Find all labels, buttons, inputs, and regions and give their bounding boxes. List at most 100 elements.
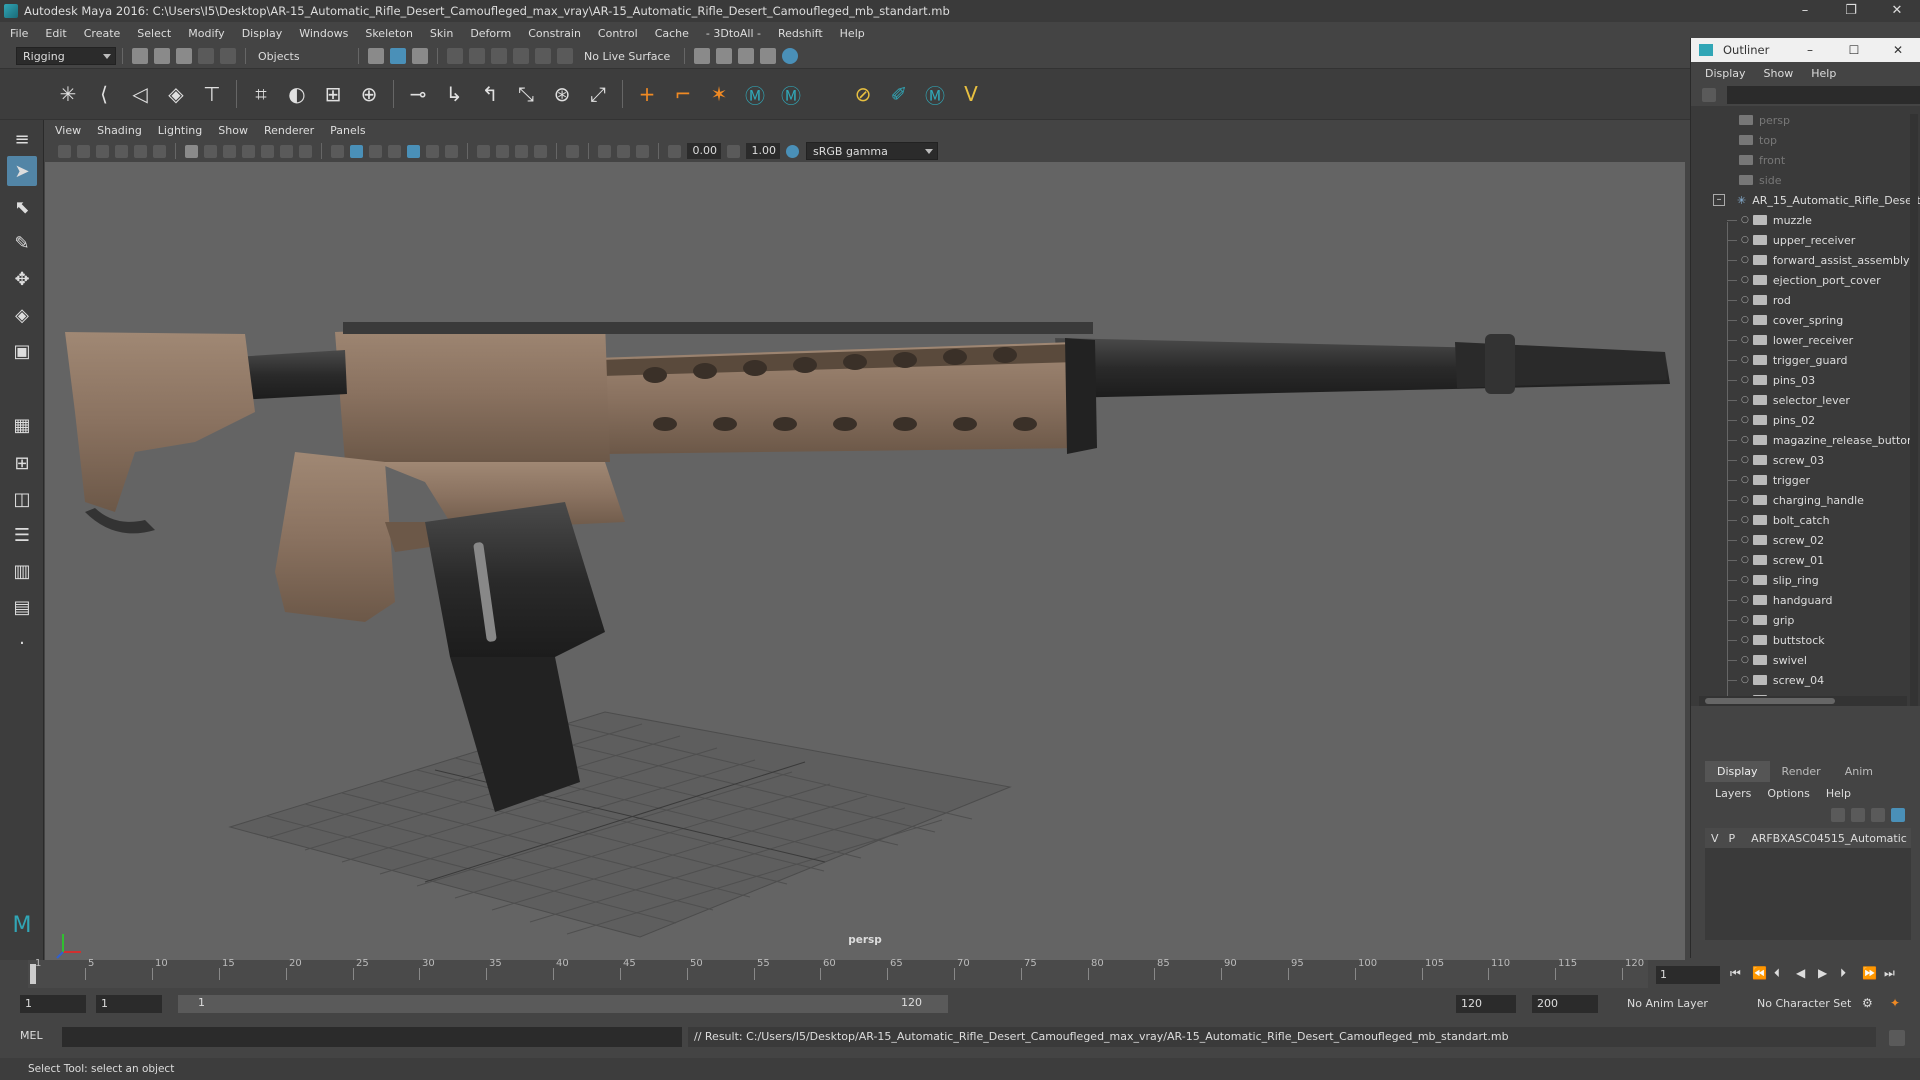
layer-menu-layers[interactable]: Layers [1715, 787, 1751, 800]
menu-create[interactable]: Create [84, 27, 121, 40]
outliner-minimize-button[interactable]: – [1788, 38, 1832, 62]
textured-icon[interactable] [407, 144, 420, 158]
ipr-render-icon[interactable] [738, 48, 755, 64]
wireframe-on-shaded-icon[interactable] [388, 144, 401, 158]
field-chart-icon[interactable] [261, 144, 274, 158]
parent-constraint-icon[interactable]: ⊛ [549, 81, 575, 107]
new-layer-selected-icon[interactable] [1891, 808, 1905, 822]
image-plane-icon[interactable] [115, 144, 128, 158]
playback-start-field[interactable]: 1 [96, 995, 162, 1013]
outliner-item-muzzle[interactable]: ○ muzzle [1727, 210, 1812, 230]
outliner-menu-help[interactable]: Help [1811, 67, 1836, 80]
outliner-item-rod[interactable]: ○ rod [1727, 290, 1791, 310]
point-constraint-icon[interactable]: ⊸ [405, 81, 431, 107]
outliner-item-magazine-release[interactable]: ○ magazine_release_button [1727, 430, 1914, 450]
render-settings-icon[interactable] [760, 48, 777, 64]
ik-fk-icon[interactable]: ⌐ [670, 81, 696, 107]
component-editor-icon[interactable]: ✐ [886, 81, 912, 107]
layout-custom-icon[interactable]: · [7, 628, 37, 658]
step-back-frame-icon[interactable]: ⏴ [1774, 966, 1780, 981]
isolate-select-icon[interactable] [566, 144, 579, 158]
outliner-maximize-button[interactable]: ☐ [1832, 38, 1876, 62]
color-space-dropdown[interactable]: sRGB gamma [806, 142, 938, 160]
menu-deform[interactable]: Deform [470, 27, 511, 40]
paint-weights-icon[interactable]: ⊘ [850, 81, 876, 107]
ambient-occlusion-icon[interactable] [477, 144, 490, 158]
outliner-item-persp[interactable]: persp [1739, 110, 1790, 130]
scale-tool-icon[interactable]: ▣ [7, 336, 37, 366]
shadows-icon[interactable] [445, 144, 458, 158]
exposure-icon[interactable] [668, 144, 681, 158]
layer-visibility-toggle[interactable]: V [1711, 832, 1719, 845]
lattice-icon[interactable]: ⊞ [320, 81, 346, 107]
outliner-item-top[interactable]: top [1739, 130, 1777, 150]
undo-icon[interactable] [198, 48, 214, 64]
outliner-item-screw-01[interactable]: ○ screw_01 [1727, 550, 1824, 570]
menu-file[interactable]: File [10, 27, 28, 40]
vp-menu-lighting[interactable]: Lighting [158, 124, 202, 137]
menu-modify[interactable]: Modify [188, 27, 224, 40]
lasso-tool-icon[interactable]: ⬉ [7, 192, 37, 222]
close-button[interactable]: ✕ [1874, 0, 1920, 22]
quick-rig-icon[interactable]: ⌗ [248, 81, 274, 107]
exposure-field[interactable]: 0.00 [687, 143, 721, 159]
insert-joint-icon[interactable]: ◈ [163, 81, 189, 107]
menu-cache[interactable]: Cache [655, 27, 689, 40]
tab-display[interactable]: Display [1705, 761, 1770, 782]
save-scene-icon[interactable] [176, 48, 192, 64]
outliner-item-charging-handle[interactable]: ○ charging_handle [1727, 490, 1864, 510]
goto-start-icon[interactable]: ⏮ [1730, 966, 1741, 981]
anim-end-field[interactable]: 200 [1532, 995, 1598, 1013]
ar15-rifle-model[interactable] [65, 322, 1670, 812]
2d-pan-icon[interactable] [134, 144, 147, 158]
smooth-shade-icon[interactable] [350, 144, 363, 158]
outliner-item-bolt-catch[interactable]: ○ bolt_catch [1727, 510, 1830, 530]
camera-select-icon[interactable] [58, 144, 71, 158]
wireframe-icon[interactable] [331, 144, 344, 158]
blank-shelf-icon[interactable] [814, 81, 840, 107]
hik-control-icon[interactable]: Ⓜ [922, 81, 948, 108]
vp-menu-renderer[interactable]: Renderer [264, 124, 314, 137]
layout-outliner-icon[interactable]: ☰ [7, 520, 37, 550]
show-manipulator-icon[interactable]: ▦ [7, 410, 37, 440]
toolbox-top-icon[interactable]: ≡ [7, 124, 37, 154]
move-tool-icon[interactable]: ✥ [7, 264, 37, 294]
step-forward-frame-icon[interactable]: ⏵ [1840, 966, 1846, 981]
outliner-item-pins-03[interactable]: ○ pins_03 [1727, 370, 1815, 390]
deformer-icon[interactable]: V [958, 81, 984, 107]
menu-3dtoall[interactable]: - 3DtoAll - [706, 27, 761, 40]
layout-graph-icon[interactable]: ▥ [7, 556, 37, 586]
tab-anim[interactable]: Anim [1833, 761, 1885, 782]
auto-key-icon[interactable]: ⚙ [1862, 996, 1873, 1010]
menu-edit[interactable]: Edit [45, 27, 66, 40]
persp-viewport[interactable]: persp [45, 162, 1685, 960]
snap-point-icon[interactable] [491, 48, 507, 64]
bind-skin-icon[interactable]: ◐ [284, 81, 310, 107]
play-forward-icon[interactable]: ▶ [1818, 966, 1827, 980]
outliner-item-selector-lever[interactable]: ○ selector_lever [1727, 390, 1850, 410]
goto-end-icon[interactable]: ⏭ [1884, 966, 1895, 981]
grease-pencil-icon[interactable] [153, 144, 166, 158]
mel-label[interactable]: MEL [20, 1029, 43, 1042]
joint-tool-icon[interactable]: ✳ [55, 81, 81, 107]
layer-menu-help[interactable]: Help [1826, 787, 1851, 800]
redo-icon[interactable] [220, 48, 236, 64]
depth-of-field-icon[interactable] [534, 144, 547, 158]
anti-aliasing-icon[interactable] [515, 144, 528, 158]
aim-constraint-icon[interactable]: ↳ [441, 81, 467, 107]
menu-constrain[interactable]: Constrain [528, 27, 581, 40]
layer-playback-toggle[interactable]: P [1729, 832, 1736, 845]
gate-mask-icon[interactable] [242, 144, 255, 158]
collapse-icon[interactable]: – [1713, 194, 1725, 206]
menuset-dropdown[interactable]: Rigging [16, 47, 116, 65]
outliner-hscrollbar[interactable] [1699, 696, 1907, 706]
layer-move-down-icon[interactable] [1851, 808, 1865, 822]
select-hierarchy-icon[interactable] [368, 48, 384, 64]
selection-mode-dropdown[interactable]: Objects [252, 47, 352, 65]
ik-handle-icon[interactable]: ⟨ [91, 81, 117, 107]
safe-action-icon[interactable] [280, 144, 293, 158]
outliner-item-lower-receiver[interactable]: ○ lower_receiver [1727, 330, 1853, 350]
layout-four-icon[interactable]: ⊞ [7, 448, 37, 478]
outliner-menu-display[interactable]: Display [1705, 67, 1746, 80]
outliner-item-cover-spring[interactable]: ○ cover_spring [1727, 310, 1843, 330]
